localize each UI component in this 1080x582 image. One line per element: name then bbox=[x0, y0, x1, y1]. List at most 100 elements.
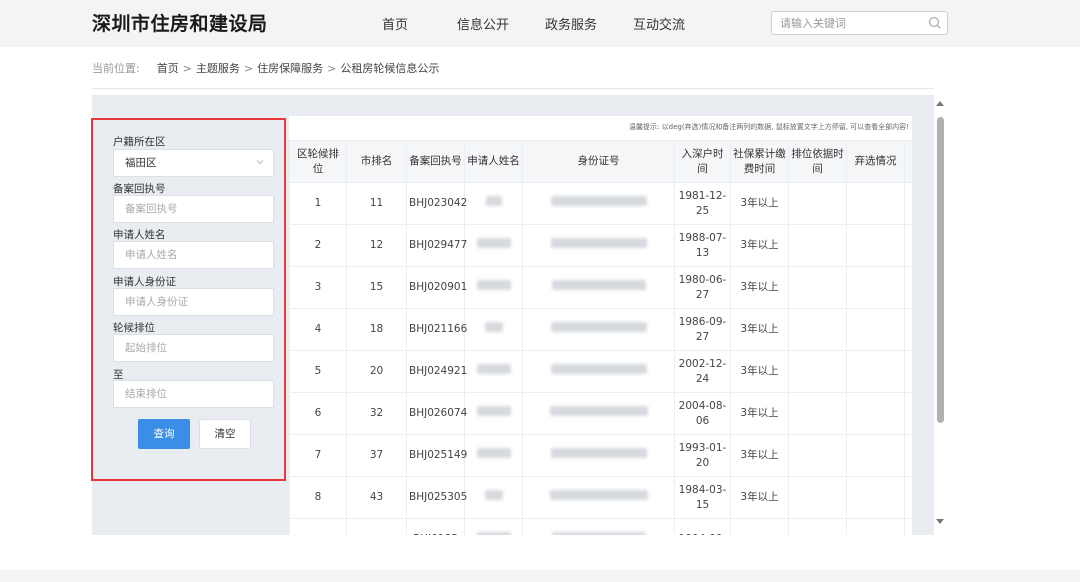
cell-applicant-name bbox=[464, 392, 523, 435]
cell-district-rank bbox=[289, 518, 347, 535]
search-form: 户籍所在区 福田区 备案回执号 申请人姓名 申请人身份证 轮候排位 至 查询 清… bbox=[91, 118, 286, 481]
cell-social-security: 3年以上 bbox=[730, 308, 789, 351]
nav-interaction[interactable]: 互动交流 bbox=[633, 14, 685, 33]
cell-applicant-name bbox=[464, 224, 523, 267]
col-hukou-date: 入深户时间 bbox=[674, 140, 731, 183]
table-row[interactable]: 6 32 BHJ026074 2004-08-06 3年以上 bbox=[289, 392, 912, 435]
cell-abandon-status bbox=[846, 350, 905, 393]
table-row[interactable]: 4 18 BHJ021166 1986-09-27 3年以上 bbox=[289, 308, 912, 351]
id-label: 申请人身份证 bbox=[113, 276, 176, 288]
cell-hukou-date: 1993-01-20 bbox=[674, 434, 731, 477]
table-row[interactable]: BHJ0185 1994-09- bbox=[289, 518, 912, 535]
nav-gov-services[interactable]: 政务服务 bbox=[545, 14, 597, 33]
cell-city-rank: 15 bbox=[346, 266, 407, 309]
redacted-block bbox=[476, 238, 511, 248]
id-input[interactable] bbox=[113, 288, 274, 316]
cell-applicant-name bbox=[464, 518, 523, 535]
redacted-block bbox=[550, 238, 647, 248]
name-label: 申请人姓名 bbox=[113, 229, 166, 241]
district-value: 福田区 bbox=[125, 157, 157, 169]
cell-abandon-status bbox=[846, 518, 905, 535]
site-title[interactable]: 深圳市住房和建设局 bbox=[92, 9, 268, 36]
col-city-rank: 市排名 bbox=[346, 140, 407, 183]
scroll-up-icon[interactable] bbox=[936, 101, 944, 106]
cell-receipt: BHJ025149 bbox=[406, 434, 467, 477]
breadcrumb-housing-services[interactable]: 住房保障服务 bbox=[257, 62, 323, 75]
col-applicant-name: 申请人姓名 bbox=[464, 140, 523, 183]
cell-rank-basis-time bbox=[788, 266, 847, 309]
redacted-block bbox=[549, 490, 648, 500]
table-row[interactable]: 3 15 BHJ020901 1980-06-27 3年以上 bbox=[289, 266, 912, 309]
cell-overflow bbox=[904, 224, 912, 267]
receipt-label: 备案回执号 bbox=[113, 183, 166, 195]
divider bbox=[92, 88, 934, 89]
table-header-row: 区轮候排位 市排名 备案回执号 申请人姓名 身份证号 入深户时间 社保累计缴费时… bbox=[289, 140, 912, 183]
cell-id-number bbox=[522, 476, 675, 519]
cell-hukou-date: 1980-06-27 bbox=[674, 266, 731, 309]
rank-label: 轮候排位 bbox=[113, 322, 155, 334]
cell-applicant-name bbox=[464, 476, 523, 519]
col-social-security: 社保累计缴费时间 bbox=[730, 140, 789, 183]
cell-rank-basis-time bbox=[788, 182, 847, 225]
cell-district-rank: 8 bbox=[289, 476, 347, 519]
breadcrumb-separator: > bbox=[182, 62, 192, 75]
breadcrumb-topic-services[interactable]: 主题服务 bbox=[196, 62, 240, 75]
cell-overflow bbox=[904, 308, 912, 351]
cell-social-security: 3年以上 bbox=[730, 434, 789, 477]
search-icon[interactable] bbox=[928, 16, 942, 30]
table-row[interactable]: 7 37 BHJ025149 1993-01-20 3年以上 bbox=[289, 434, 912, 477]
cell-receipt: BHJ023042 bbox=[406, 182, 467, 225]
cell-rank-basis-time bbox=[788, 392, 847, 435]
cell-receipt: BHJ020901 bbox=[406, 266, 467, 309]
redacted-block bbox=[550, 322, 647, 332]
table-row[interactable]: 2 12 BHJ029477 1988-07-13 3年以上 bbox=[289, 224, 912, 267]
scroll-down-icon[interactable] bbox=[936, 519, 944, 524]
nav-home[interactable]: 首页 bbox=[382, 14, 408, 33]
scrollbar-thumb[interactable] bbox=[937, 117, 944, 423]
cell-district-rank: 4 bbox=[289, 308, 347, 351]
breadcrumb-current: 公租房轮候信息公示 bbox=[340, 62, 440, 75]
cell-social-security bbox=[730, 518, 789, 535]
cell-city-rank: 11 bbox=[346, 182, 407, 225]
query-button[interactable]: 查询 bbox=[138, 419, 190, 449]
redacted-block bbox=[476, 448, 511, 458]
cell-hukou-date: 1986-09-27 bbox=[674, 308, 731, 351]
table-row[interactable]: 5 20 BHJ024921 2002-12-24 3年以上 bbox=[289, 350, 912, 393]
cell-abandon-status bbox=[846, 392, 905, 435]
rank-start-input[interactable] bbox=[113, 334, 274, 362]
clear-button[interactable]: 清空 bbox=[199, 419, 251, 449]
receipt-input[interactable] bbox=[113, 195, 274, 223]
redacted-block bbox=[476, 406, 511, 416]
cell-receipt: BHJ0185 bbox=[406, 518, 465, 535]
cell-hukou-date: 1984-03-15 bbox=[674, 476, 731, 519]
name-input[interactable] bbox=[113, 241, 274, 269]
search-input[interactable] bbox=[780, 15, 920, 31]
district-select[interactable]: 福田区 bbox=[113, 149, 274, 177]
cell-overflow bbox=[904, 266, 912, 309]
rank-end-input[interactable] bbox=[113, 380, 274, 408]
redacted-block bbox=[551, 280, 646, 290]
table-row[interactable]: 8 43 BHJ025305 1984-03-15 3年以上 bbox=[289, 476, 912, 519]
tip-text: 温馨提示: 以deg(弃选)情况和备注两列的数据, 鼠标放置文字上方停留, 可以… bbox=[629, 123, 909, 131]
cell-city-rank: 32 bbox=[346, 392, 407, 435]
cell-social-security: 3年以上 bbox=[730, 266, 789, 309]
redacted-block bbox=[484, 322, 503, 332]
cell-abandon-status bbox=[846, 182, 905, 225]
cell-hukou-date: 1988-07-13 bbox=[674, 224, 731, 267]
table-row[interactable]: 1 11 BHJ023042 1981-12-25 3年以上 bbox=[289, 182, 912, 225]
cell-overflow bbox=[904, 518, 912, 535]
cell-social-security: 3年以上 bbox=[730, 182, 789, 225]
cell-abandon-status bbox=[846, 224, 905, 267]
cell-receipt: BHJ029477 bbox=[406, 224, 467, 267]
cell-city-rank: 18 bbox=[346, 308, 407, 351]
cell-rank-basis-time bbox=[788, 476, 847, 519]
cell-abandon-status bbox=[846, 476, 905, 519]
cell-applicant-name bbox=[464, 434, 523, 477]
redacted-block bbox=[550, 364, 647, 374]
nav-info-disclosure[interactable]: 信息公开 bbox=[457, 14, 509, 33]
cell-social-security: 3年以上 bbox=[730, 476, 789, 519]
breadcrumb-separator: > bbox=[327, 62, 337, 75]
cell-hukou-date: 2004-08-06 bbox=[674, 392, 731, 435]
breadcrumb-home[interactable]: 首页 bbox=[157, 62, 179, 75]
chevron-down-icon bbox=[256, 160, 264, 165]
